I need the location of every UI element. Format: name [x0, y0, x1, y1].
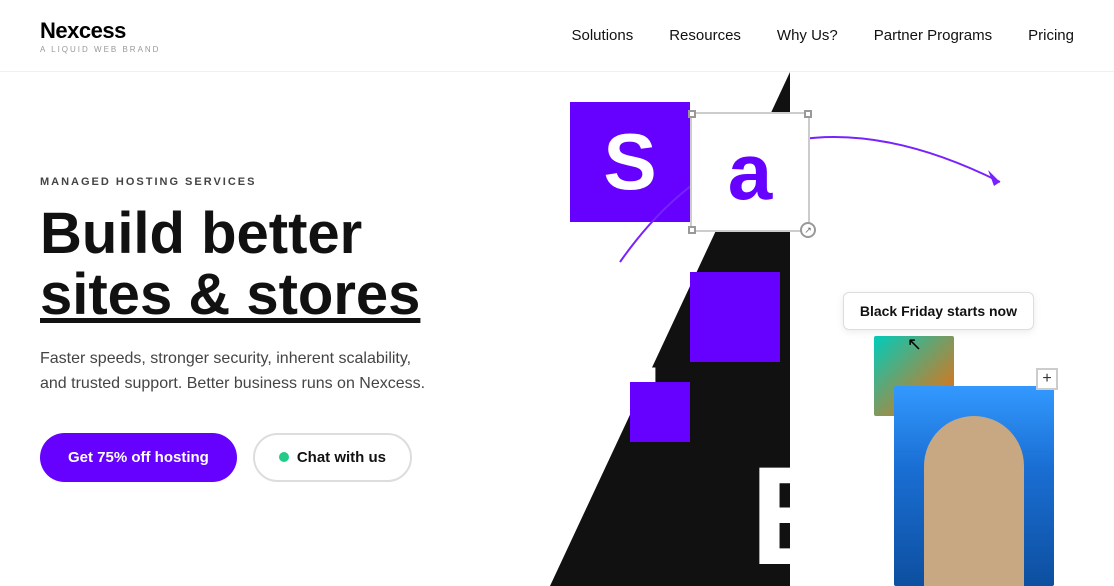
plus-icon: +	[1036, 368, 1058, 390]
sale-letter-a-container: a ↗	[690, 112, 810, 232]
sale-letter-l: L	[580, 272, 659, 402]
headline-line2: sites & stores	[40, 262, 420, 327]
hero-visual: S a ↗ L Black Friday starts now ↖ E	[490, 72, 1114, 586]
chat-status-dot	[279, 452, 289, 462]
nav-partner-programs[interactable]: Partner Programs	[874, 27, 992, 44]
nav-resources[interactable]: Resources	[669, 27, 741, 44]
cta-row: Get 75% off hosting Chat with us	[40, 433, 490, 482]
person-photo	[894, 386, 1054, 586]
logo-sub: A LIQUID WEB BRAND	[40, 45, 160, 54]
nav-why-us[interactable]: Why Us?	[777, 27, 838, 44]
resize-handle: ↗	[800, 222, 816, 238]
cta-chat-button[interactable]: Chat with us	[253, 433, 412, 482]
cursor-icon: ↖	[907, 334, 922, 355]
main-nav: Solutions Resources Why Us? Partner Prog…	[572, 27, 1075, 44]
arrow-decoration	[610, 102, 1010, 302]
hero-left: MANAGED HOSTING SERVICES Build better si…	[0, 72, 490, 586]
cta-primary-button[interactable]: Get 75% off hosting	[40, 433, 237, 482]
black-friday-tooltip: Black Friday starts now	[843, 292, 1034, 330]
site-header: Nexcess A LIQUID WEB BRAND Solutions Res…	[0, 0, 1114, 72]
sale-letter-a-box: a ↗	[690, 112, 810, 232]
person-silhouette	[924, 416, 1024, 586]
sale-letter-a: a	[728, 126, 773, 218]
nav-solutions[interactable]: Solutions	[572, 27, 634, 44]
subheadline: Faster speeds, stronger security, inhere…	[40, 346, 440, 397]
headline: Build better sites & stores	[40, 204, 490, 326]
logo[interactable]: Nexcess A LIQUID WEB BRAND	[40, 18, 160, 54]
eyebrow-label: MANAGED HOSTING SERVICES	[40, 176, 490, 188]
logo-text: Nexcess	[40, 18, 160, 44]
nav-pricing[interactable]: Pricing	[1028, 27, 1074, 44]
main-content: MANAGED HOSTING SERVICES Build better si…	[0, 72, 1114, 586]
cta-chat-label: Chat with us	[297, 449, 386, 466]
headline-line1: Build better	[40, 201, 362, 266]
sale-letter-e: E	[750, 446, 843, 586]
